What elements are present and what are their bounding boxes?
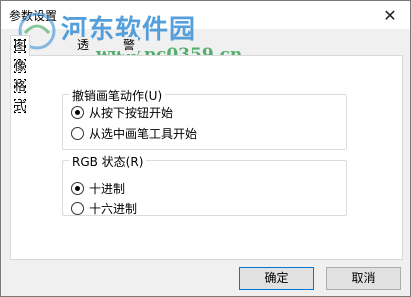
radio-checked-icon[interactable]: [71, 106, 84, 119]
ok-button[interactable]: 确定: [239, 267, 314, 290]
tab-warning-info[interactable]: 警告信息: [120, 37, 139, 103]
tab-image-format[interactable]: 图像格式: [10, 35, 31, 113]
option-from-press-button[interactable]: 从按下按钮开始: [71, 104, 173, 121]
rgb-group-legend: RGB 状态(R): [69, 153, 147, 170]
tab-panel: 撤销画笔动作(U) 从按下按钮开始 从选中画笔工具开始 RGB 状态(R) 十进…: [10, 55, 403, 260]
option-decimal[interactable]: 十进制: [71, 180, 125, 197]
rgb-group: RGB 状态(R) 十进制 十六进制: [62, 153, 347, 217]
undo-group-legend: 撤销画笔动作(U): [69, 87, 166, 104]
close-icon[interactable]: ✕: [370, 1, 410, 29]
option-label: 十六进制: [89, 202, 138, 216]
radio-unchecked-icon[interactable]: [71, 202, 84, 215]
option-from-select-tool[interactable]: 从选中画笔工具开始: [71, 125, 197, 142]
radio-unchecked-icon[interactable]: [71, 127, 84, 140]
option-label: 十进制: [89, 182, 126, 196]
option-label: 从按下按钮开始: [89, 106, 174, 120]
tab-label: 图像格式: [14, 39, 27, 113]
option-hexadecimal[interactable]: 十六进制: [71, 200, 137, 217]
undo-group: 撤销画笔动作(U) 从按下按钮开始 从选中画笔工具开始: [62, 87, 347, 150]
settings-dialog: 参数设置 ✕ 河东软件园 www.pc0359.cn 图像格式 透明色 警告信息…: [0, 0, 411, 297]
tab-transparent-color[interactable]: 透明色: [74, 37, 93, 86]
cancel-button[interactable]: 取消: [326, 267, 401, 290]
option-label: 从选中画笔工具开始: [89, 127, 198, 141]
radio-checked-icon[interactable]: [71, 182, 84, 195]
